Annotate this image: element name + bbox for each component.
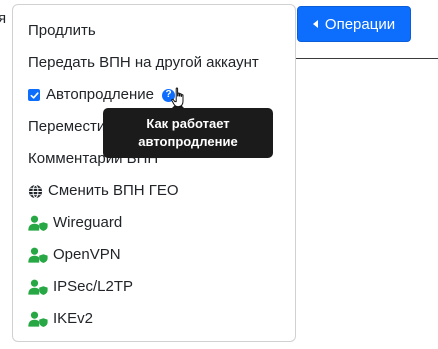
menu-item-extend[interactable]: Продлить <box>28 22 96 40</box>
user-shield-icon <box>28 247 48 263</box>
clipped-text: я <box>0 10 7 27</box>
menu-item-label: Продлить <box>28 22 96 39</box>
user-shield-icon <box>28 311 48 327</box>
menu-item-transfer[interactable]: Передать ВПН на другой аккаунт <box>28 54 259 72</box>
page: я Операции Продлить Передать ВПН на друг… <box>0 0 438 349</box>
menu-item-label: IPSec/L2TP <box>53 278 134 295</box>
menu-item-label: Передать ВПН на другой аккаунт <box>28 54 259 71</box>
operations-button[interactable]: Операции <box>297 6 411 42</box>
menu-item-ipsec[interactable]: IPSec/L2TP <box>28 278 133 296</box>
operations-dropdown-menu: Продлить Передать ВПН на другой аккаунт … <box>12 4 296 342</box>
user-shield-icon <box>28 215 48 231</box>
menu-item-autorenew[interactable]: Автопродление ? <box>28 86 176 104</box>
divider <box>296 58 438 59</box>
tooltip-line: Как работает <box>146 116 230 131</box>
menu-item-label: OpenVPN <box>53 246 121 263</box>
menu-item-ikev2[interactable]: IKEv2 <box>28 310 93 328</box>
globe-icon <box>28 184 43 199</box>
operations-button-label: Операции <box>324 15 396 33</box>
menu-item-openvpn[interactable]: OpenVPN <box>28 246 121 264</box>
menu-item-change-geo[interactable]: Сменить ВПН ГЕО <box>28 182 179 200</box>
menu-item-label: Сменить ВПН ГЕО <box>48 182 179 199</box>
menu-item-label: IKEv2 <box>53 310 94 327</box>
menu-item-label: Автопродление <box>46 86 155 103</box>
check-icon <box>30 91 39 99</box>
hand-cursor-icon <box>171 87 189 114</box>
menu-item-label: Wireguard <box>53 214 123 231</box>
user-shield-icon <box>28 279 48 295</box>
tooltip-line: автопродление <box>138 134 238 149</box>
autorenew-checkbox[interactable] <box>28 89 40 101</box>
caret-left-icon <box>312 20 318 28</box>
autorenew-tooltip: Как работает автопродление <box>103 108 273 158</box>
menu-item-wireguard[interactable]: Wireguard <box>28 214 122 232</box>
